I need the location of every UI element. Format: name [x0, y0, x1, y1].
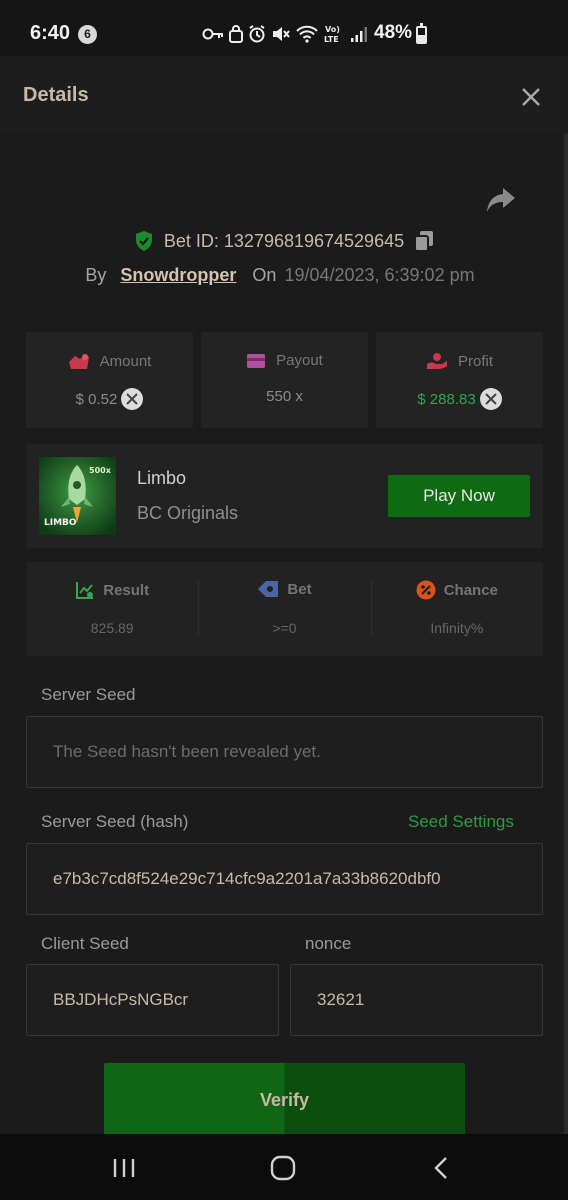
mute-icon	[273, 27, 290, 41]
amount-label: Amount	[99, 352, 152, 370]
chart-check-icon	[76, 582, 94, 599]
payout-label: Payout	[276, 352, 323, 369]
game-card: 500x LIMBO Limbo BC Originals Play Now	[26, 444, 543, 548]
home-icon	[270, 1155, 296, 1181]
share-icon	[487, 188, 515, 212]
thumb-multiplier-badge: 500x	[89, 466, 112, 475]
server-seed-hash-label: Server Seed (hash)	[41, 812, 189, 831]
percent-icon	[416, 580, 436, 600]
seed-settings-link[interactable]: Seed Settings	[408, 812, 514, 832]
wifi-icon	[296, 25, 318, 43]
back-button[interactable]	[426, 1154, 456, 1182]
result-value: 825.89	[90, 620, 134, 636]
bet-column: Bet >=0	[198, 562, 370, 656]
page-title: Details	[23, 84, 89, 106]
play-now-button[interactable]: Play Now	[388, 475, 530, 517]
on-label: On	[252, 264, 277, 285]
status-bar: 6:40 6 Vo) LTE 48%	[0, 0, 568, 56]
bet-id-row: Bet ID: 132796819674529645	[0, 228, 568, 254]
signal-icon	[351, 27, 367, 42]
amount-value: $ 0.52	[75, 390, 118, 408]
profit-icon	[426, 353, 447, 369]
server-seed-label: Server Seed	[41, 685, 136, 704]
battery-percent: 48%	[374, 22, 413, 43]
chance-column: Chance Infinity%	[370, 562, 543, 656]
profit-label: Profit	[457, 352, 493, 370]
username-link[interactable]: Snowdropper	[120, 265, 236, 286]
game-name[interactable]: Limbo	[137, 468, 186, 489]
chance-value: Infinity%	[430, 620, 484, 636]
payout-icon	[247, 353, 266, 368]
verified-shield-icon	[135, 231, 152, 251]
share-button[interactable]	[486, 186, 518, 216]
alarm-icon	[249, 25, 265, 43]
svg-text:LTE: LTE	[324, 35, 339, 44]
recent-apps-button[interactable]	[109, 1154, 139, 1182]
chance-label: Chance	[443, 581, 498, 599]
bet-author-row: By Snowdropper On 19/04/2023, 6:39:02 pm	[0, 262, 568, 288]
key-icon	[202, 28, 223, 40]
result-column: Result 825.89	[26, 562, 198, 656]
server-seed-hash-field[interactable]: e7b3c7cd8f524e29c714cfc9a2201a7a33b8620d…	[26, 843, 543, 915]
svg-text:Vo): Vo)	[325, 25, 340, 34]
close-button[interactable]	[514, 80, 548, 114]
currency-coin-icon	[121, 388, 144, 410]
payout-value: 550 x	[266, 388, 303, 405]
amount-card: Amount $ 0.52	[26, 332, 193, 428]
bet-stats: Amount $ 0.52 Payout 550 x Profit $ 288.…	[26, 332, 543, 428]
bet-id: Bet ID: 132796819674529645	[163, 230, 405, 251]
status-icons: Vo) LTE	[202, 22, 368, 46]
currency-coin-icon	[479, 388, 502, 410]
client-seed-field[interactable]: BBJDHcPsNGBcr	[26, 964, 279, 1036]
nonce-label: nonce	[305, 934, 352, 953]
profit-card: Profit $ 288.83	[376, 332, 543, 428]
thumb-game-label: LIMBO	[44, 518, 77, 528]
volte-icon: Vo)LTE	[324, 25, 340, 44]
recent-apps-icon	[113, 1159, 135, 1177]
bet-value: >=0	[272, 620, 297, 636]
lock-app-icon	[229, 25, 243, 43]
battery-icon	[416, 23, 427, 44]
nonce-field[interactable]: 32621	[290, 964, 543, 1036]
result-card: Result 825.89 Bet >=0 Chance Infinity%	[26, 562, 543, 656]
bet-date: 19/04/2023, 6:39:02 pm	[284, 264, 475, 285]
result-label: Result	[103, 581, 150, 599]
game-provider: BC Originals	[137, 503, 239, 523]
amount-icon	[68, 354, 89, 369]
back-icon	[434, 1157, 447, 1179]
system-nav-bar	[0, 1134, 568, 1200]
client-seed-label: Client Seed	[41, 934, 129, 953]
home-button[interactable]	[268, 1154, 298, 1182]
game-thumbnail[interactable]: 500x LIMBO	[39, 457, 116, 535]
server-seed-field[interactable]: The Seed hasn't been revealed yet.	[26, 716, 543, 788]
details-header: Details	[0, 56, 568, 134]
by-label: By	[85, 264, 107, 285]
details-content: Bet ID: 132796819674529645 By Snowdroppe…	[0, 134, 568, 1134]
payout-card: Payout 550 x	[201, 332, 368, 428]
notification-count-badge: 6	[78, 25, 97, 44]
copy-bet-id-button[interactable]	[414, 230, 434, 252]
verify-button[interactable]: Verify	[104, 1063, 465, 1134]
copy-icon	[414, 231, 434, 252]
status-time: 6:40	[30, 22, 71, 44]
bet-label: Bet	[287, 580, 312, 598]
bet-tag-icon	[258, 581, 279, 597]
close-icon	[522, 88, 540, 106]
profit-value: $ 288.83	[417, 390, 476, 408]
